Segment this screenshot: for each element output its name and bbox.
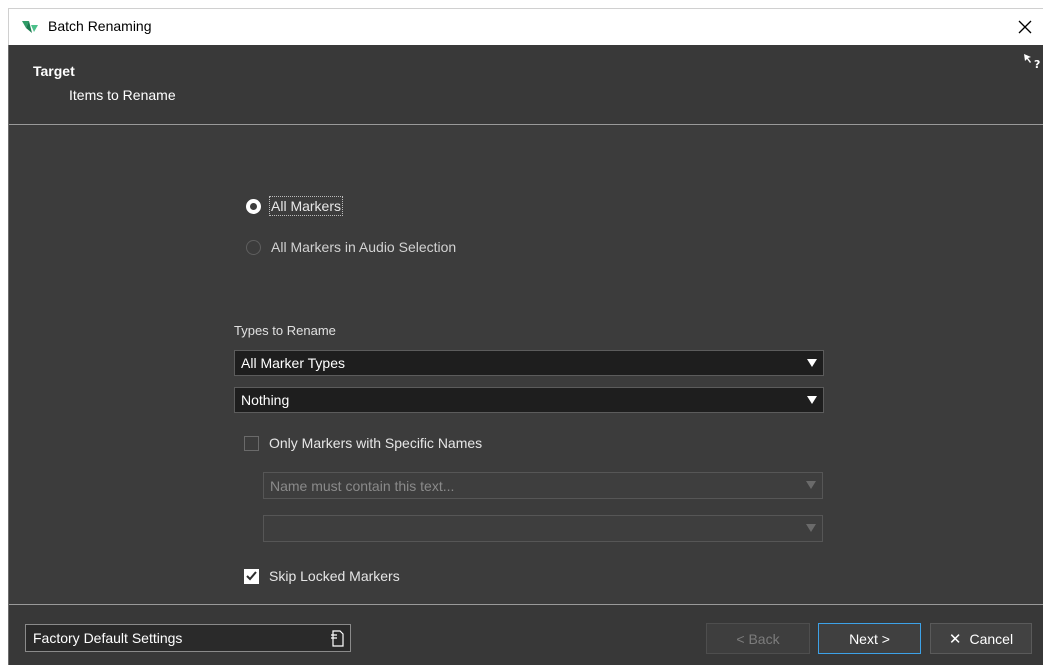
page-title: Target: [33, 63, 75, 79]
select-placeholder: Name must contain this text...: [270, 477, 455, 494]
dialog-footer: Factory Default Settings < Back Next > ✕…: [9, 604, 1043, 665]
skip-locked-markers-checkbox-row[interactable]: Skip Locked Markers: [244, 566, 400, 586]
cancel-button[interactable]: ✕ Cancel: [930, 623, 1032, 654]
dropdown-arrow-icon: [807, 359, 817, 367]
target-panel: All Markers All Markers in Audio Selecti…: [9, 126, 1043, 604]
radio-all-markers[interactable]: All Markers: [246, 196, 344, 216]
back-button-label: < Back: [736, 630, 780, 647]
select-value: All Marker Types: [241, 355, 345, 371]
checkbox[interactable]: [244, 435, 259, 451]
name-condition-select[interactable]: Name must contain this text...: [263, 472, 823, 499]
title-bar: Batch Renaming: [8, 8, 1043, 45]
close-icon[interactable]: [1011, 13, 1039, 41]
radio-all-markers-in-audio-selection[interactable]: All Markers in Audio Selection: [246, 237, 456, 257]
dropdown-arrow-icon: [806, 524, 816, 532]
svg-text:?: ?: [1034, 58, 1040, 71]
page-subtitle: Items to Rename: [69, 87, 176, 103]
help-cursor-icon[interactable]: ?: [1022, 51, 1043, 71]
radio-button[interactable]: [246, 239, 261, 255]
window-title: Batch Renaming: [48, 18, 152, 34]
select-value: Nothing: [241, 392, 290, 408]
checkbox-label: Skip Locked Markers: [269, 568, 400, 584]
only-specific-names-checkbox-row[interactable]: Only Markers with Specific Names: [244, 433, 482, 453]
types-to-rename-label: Types to Rename: [234, 323, 336, 338]
checkbox-label: Only Markers with Specific Names: [269, 435, 483, 451]
cancel-button-label: Cancel: [969, 630, 1014, 647]
checkmark-icon: [246, 571, 257, 581]
batch-renaming-dialog: Target Items to Rename ? All Markers All…: [8, 45, 1043, 665]
preset-name: Factory Default Settings: [33, 630, 183, 646]
next-button[interactable]: Next >: [818, 623, 921, 654]
radio-label: All Markers in Audio Selection: [271, 239, 457, 255]
dropdown-arrow-icon: [806, 481, 816, 489]
radio-button-checked[interactable]: [246, 198, 261, 214]
preset-menu-icon[interactable]: [330, 630, 344, 647]
checkbox-checked[interactable]: [244, 568, 259, 584]
dropdown-arrow-icon: [807, 396, 817, 404]
back-button[interactable]: < Back: [706, 623, 810, 654]
cancel-x-icon: ✕: [948, 630, 962, 648]
name-text-select[interactable]: [263, 515, 823, 542]
next-button-label: Next >: [849, 630, 890, 647]
wavelab-logo-icon: [21, 19, 39, 35]
radio-label: All Markers: [268, 196, 344, 216]
dialog-header: Target Items to Rename ?: [9, 45, 1043, 125]
preset-selector[interactable]: Factory Default Settings: [25, 624, 351, 652]
secondary-types-select[interactable]: Nothing: [234, 387, 824, 413]
marker-types-select[interactable]: All Marker Types: [234, 350, 824, 376]
